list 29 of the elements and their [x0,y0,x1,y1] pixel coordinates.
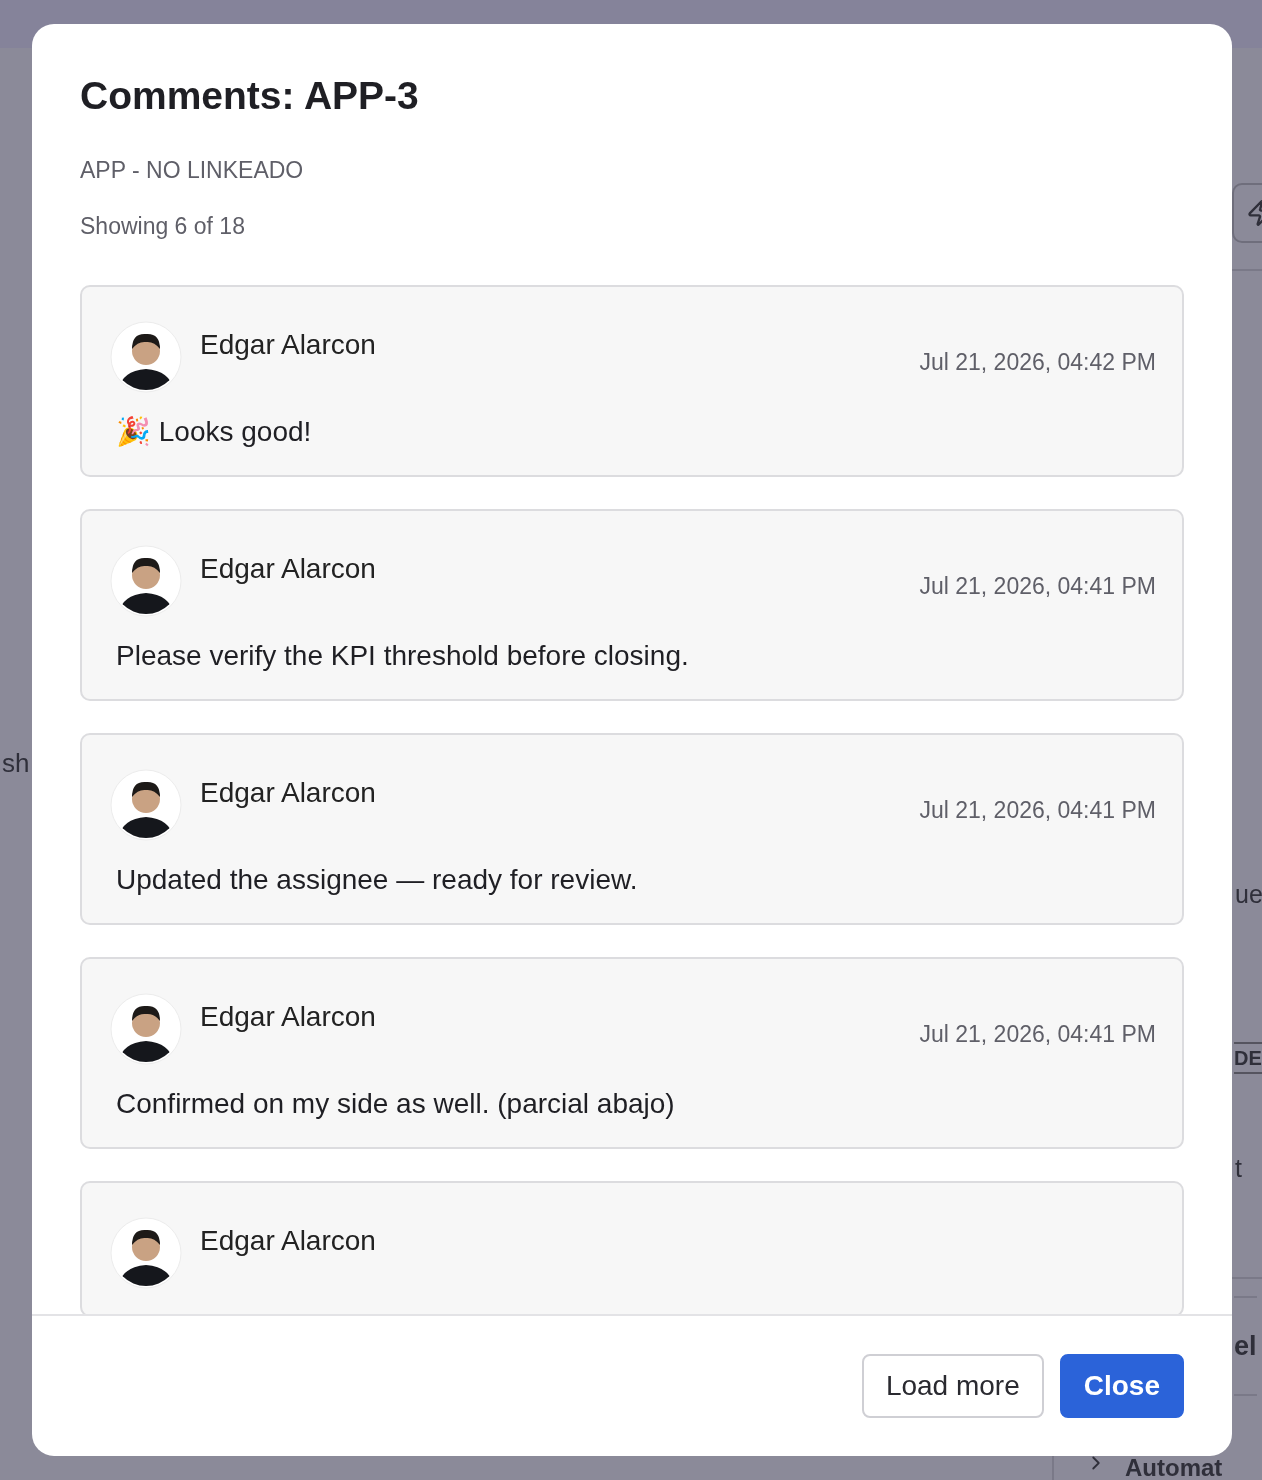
author-name: Edgar Alarcon [200,777,376,809]
author-name: Edgar Alarcon [200,1001,376,1033]
avatar-icon [110,769,182,841]
avatar-icon [110,1217,182,1289]
avatar-icon [110,993,182,1065]
background-text: sh [2,748,30,779]
author-name: Edgar Alarcon [200,1225,376,1257]
dialog-subtitle: APP - NO LINKEADO [80,156,304,184]
comment-text: Updated the assignee — ready for review. [115,863,639,897]
background-text: ue [1235,880,1262,909]
comment-date: Jul 21, 2026, 04:41 PM [919,796,1156,824]
load-more-button[interactable]: Load more [861,1354,1044,1418]
comment-date: Jul 21, 2026, 04:41 PM [919,572,1156,600]
background-text: el [1234,1296,1257,1396]
comment-date: Jul 21, 2026, 04:41 PM [919,1020,1156,1048]
dialog-title: Comments: APP-3 [80,73,419,119]
comment-count: Showing 6 of 18 [80,212,245,240]
background-badge: DE [1234,1042,1262,1074]
background-text: t [1235,1154,1242,1183]
close-button[interactable]: Close [1059,1354,1184,1418]
background-text: Automat [1125,1457,1223,1479]
author-name: Edgar Alarcon [200,553,376,585]
avatar-icon [110,321,182,393]
avatar-icon [110,545,182,617]
author-name: Edgar Alarcon [200,329,376,361]
comment-date: Jul 21, 2026, 04:42 PM [919,348,1156,376]
comment-text: Please verify the KPI threshold before closing. [115,639,690,673]
comment-text: 🎉 Looks good! [115,415,313,449]
comment-text: Confirmed on my side as well. (parcial abajo) [115,1087,676,1121]
